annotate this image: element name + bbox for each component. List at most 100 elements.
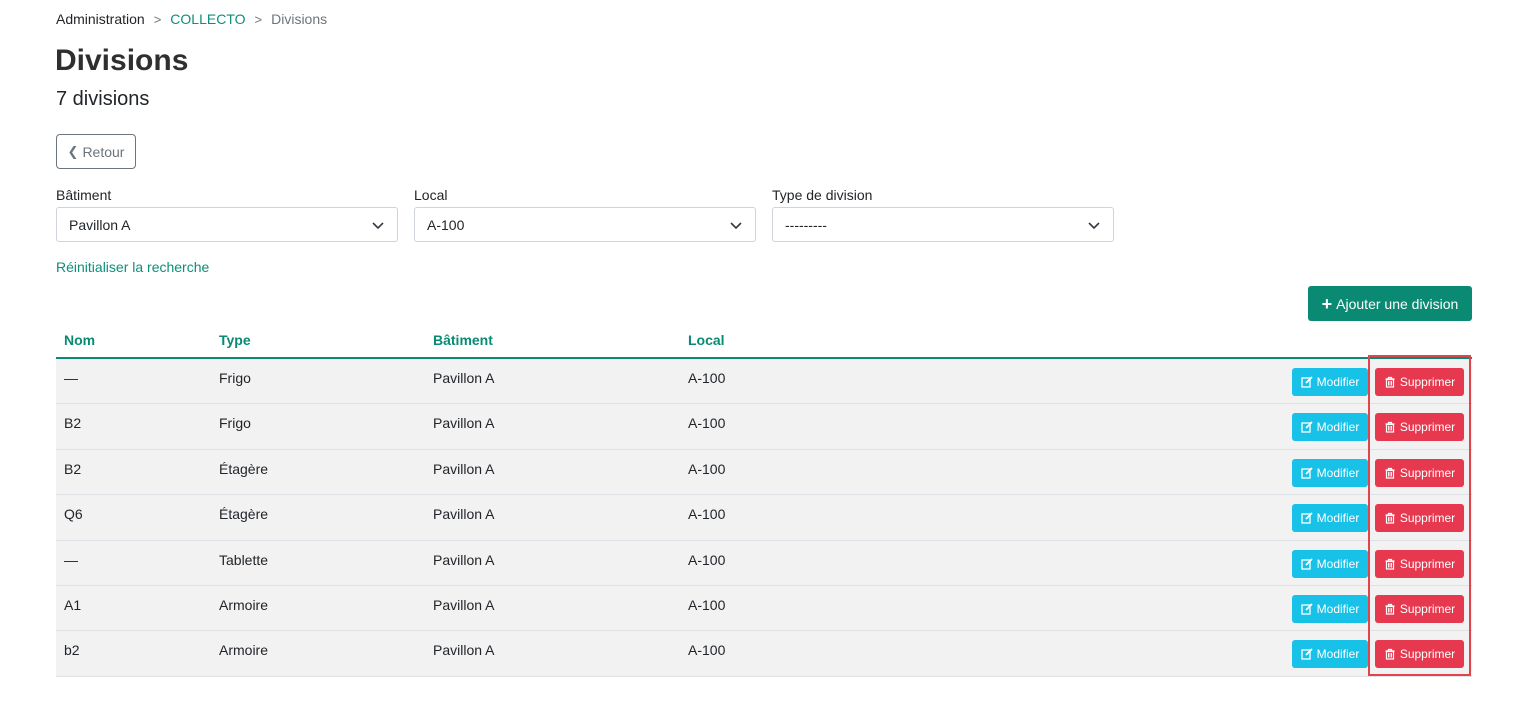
back-button-label: Retour xyxy=(82,143,125,160)
edit-button-label: Modifier xyxy=(1316,465,1360,480)
edit-button[interactable]: Modifier xyxy=(1292,594,1368,623)
division-type-select[interactable]: --------- xyxy=(772,207,1114,242)
breadcrumb: Administration > COLLECTO > Divisions xyxy=(56,11,327,27)
chevron-down-icon xyxy=(730,221,742,229)
trash-icon xyxy=(1385,649,1395,660)
cell-name: — xyxy=(64,370,78,386)
table-row: A1 Armoire Pavillon A A-100 Modifier Supprime… xyxy=(56,585,1472,632)
edit-icon xyxy=(1301,376,1313,388)
table-row: Q6 Étagère Pavillon A A-100 Modifier Supprime… xyxy=(56,495,1472,541)
table-row: b2 Armoire Pavillon A A-100 Modifier Supprime… xyxy=(56,631,1472,677)
cell-type: Armoire xyxy=(219,596,269,613)
cell-room: A-100 xyxy=(688,596,726,613)
edit-icon xyxy=(1301,421,1313,434)
back-button[interactable]: ❮ Retour xyxy=(56,134,136,169)
plus-icon: + xyxy=(1321,293,1333,314)
cell-name: B2 xyxy=(64,460,82,477)
reset-search-link[interactable]: Réinitialiser la recherche xyxy=(56,259,209,275)
room-filter: Local A-100 xyxy=(414,187,756,242)
division-count: 7 divisions xyxy=(56,88,150,110)
delete-button[interactable]: Supprimer xyxy=(1375,413,1464,442)
room-filter-label: Local xyxy=(414,187,448,203)
delete-button-label: Supprimer xyxy=(1399,647,1456,662)
add-division-button[interactable]: + Ajouter une division xyxy=(1308,286,1472,321)
edit-icon xyxy=(1301,557,1313,570)
edit-button-label: Modifier xyxy=(1316,647,1360,662)
edit-button-label: Modifier xyxy=(1316,601,1360,616)
division-type-filter-label: Type de division xyxy=(772,187,873,203)
cell-name: A1 xyxy=(64,596,82,613)
cell-building: Pavillon A xyxy=(433,551,495,568)
trash-icon xyxy=(1385,467,1395,479)
edit-button[interactable]: Modifier xyxy=(1292,458,1368,487)
cell-building: Pavillon A xyxy=(433,642,495,659)
cell-building: Pavillon A xyxy=(433,596,495,613)
cell-name: b2 xyxy=(64,642,80,659)
cell-room: A-100 xyxy=(688,415,726,432)
cell-room: A-100 xyxy=(688,370,726,386)
cell-building: Pavillon A xyxy=(433,370,495,386)
table-row: — Frigo Pavillon A A-100 Modifier Supprimer xyxy=(56,359,1472,405)
edit-button-label: Modifier xyxy=(1316,511,1360,526)
delete-button[interactable]: Supprimer xyxy=(1375,594,1464,623)
cell-name: B2 xyxy=(64,415,82,432)
cell-type: Frigo xyxy=(219,370,251,386)
delete-button-label: Supprimer xyxy=(1399,556,1456,571)
header-name[interactable]: Nom xyxy=(64,332,95,348)
header-building[interactable]: Bâtiment xyxy=(433,332,493,348)
building-filter-label: Bâtiment xyxy=(56,187,112,203)
cell-room: A-100 xyxy=(688,506,726,523)
divisions-table: Nom Type Bâtiment Local — Frigo Pavillon A… xyxy=(56,324,1472,677)
cell-name: Q6 xyxy=(64,506,83,523)
cell-type: Armoire xyxy=(219,642,269,659)
breadcrumb-collecto[interactable]: COLLECTO xyxy=(170,11,245,27)
delete-button-label: Supprimer xyxy=(1399,465,1456,480)
cell-type: Frigo xyxy=(219,415,251,432)
edit-button[interactable]: Modifier xyxy=(1292,640,1368,669)
edit-button-label: Modifier xyxy=(1316,556,1360,571)
edit-button[interactable]: Modifier xyxy=(1292,368,1368,396)
delete-button[interactable]: Supprimer xyxy=(1375,458,1464,487)
delete-button-label: Supprimer xyxy=(1399,420,1456,435)
chevron-down-icon xyxy=(372,221,384,229)
edit-icon xyxy=(1301,467,1313,479)
header-room[interactable]: Local xyxy=(688,332,725,348)
cell-type: Étagère xyxy=(219,460,269,477)
breadcrumb-administration[interactable]: Administration xyxy=(56,11,145,27)
table-body: — Frigo Pavillon A A-100 Modifier Supprimer B2… xyxy=(56,359,1472,677)
building-filter: Bâtiment Pavillon A xyxy=(56,187,398,242)
building-select-value: Pavillon A xyxy=(69,216,131,233)
delete-button-label: Supprimer xyxy=(1399,511,1456,526)
building-select[interactable]: Pavillon A xyxy=(56,207,398,242)
delete-button[interactable]: Supprimer xyxy=(1375,640,1464,669)
cell-type: Tablette xyxy=(219,551,269,568)
delete-button[interactable]: Supprimer xyxy=(1375,549,1464,578)
breadcrumb-current: Divisions xyxy=(271,11,328,27)
table-row: — Tablette Pavillon A A-100 Modifier Supprime… xyxy=(56,540,1472,586)
division-type-select-value: --------- xyxy=(785,216,827,233)
trash-icon xyxy=(1385,603,1395,615)
delete-button-label: Supprimer xyxy=(1399,375,1456,389)
room-select[interactable]: A-100 xyxy=(414,207,756,242)
table-header: Nom Type Bâtiment Local xyxy=(56,324,1472,359)
breadcrumb-separator: > xyxy=(254,11,263,27)
edit-button[interactable]: Modifier xyxy=(1292,413,1368,442)
edit-button[interactable]: Modifier xyxy=(1292,549,1368,578)
room-select-value: A-100 xyxy=(427,216,465,233)
trash-icon xyxy=(1385,422,1395,433)
cell-name: — xyxy=(64,551,78,568)
cell-room: A-100 xyxy=(688,551,726,568)
cell-building: Pavillon A xyxy=(433,506,495,523)
delete-button[interactable]: Supprimer xyxy=(1375,368,1464,396)
edit-icon xyxy=(1301,648,1313,660)
cell-type: Étagère xyxy=(219,506,269,523)
delete-button[interactable]: Supprimer xyxy=(1375,504,1464,533)
trash-icon xyxy=(1385,558,1395,570)
cell-room: A-100 xyxy=(688,460,726,477)
edit-button[interactable]: Modifier xyxy=(1292,504,1368,533)
header-type[interactable]: Type xyxy=(219,332,251,348)
edit-icon xyxy=(1301,512,1313,524)
trash-icon xyxy=(1385,513,1395,524)
chevron-left-icon: ❮ xyxy=(67,143,79,159)
edit-icon xyxy=(1301,603,1313,615)
